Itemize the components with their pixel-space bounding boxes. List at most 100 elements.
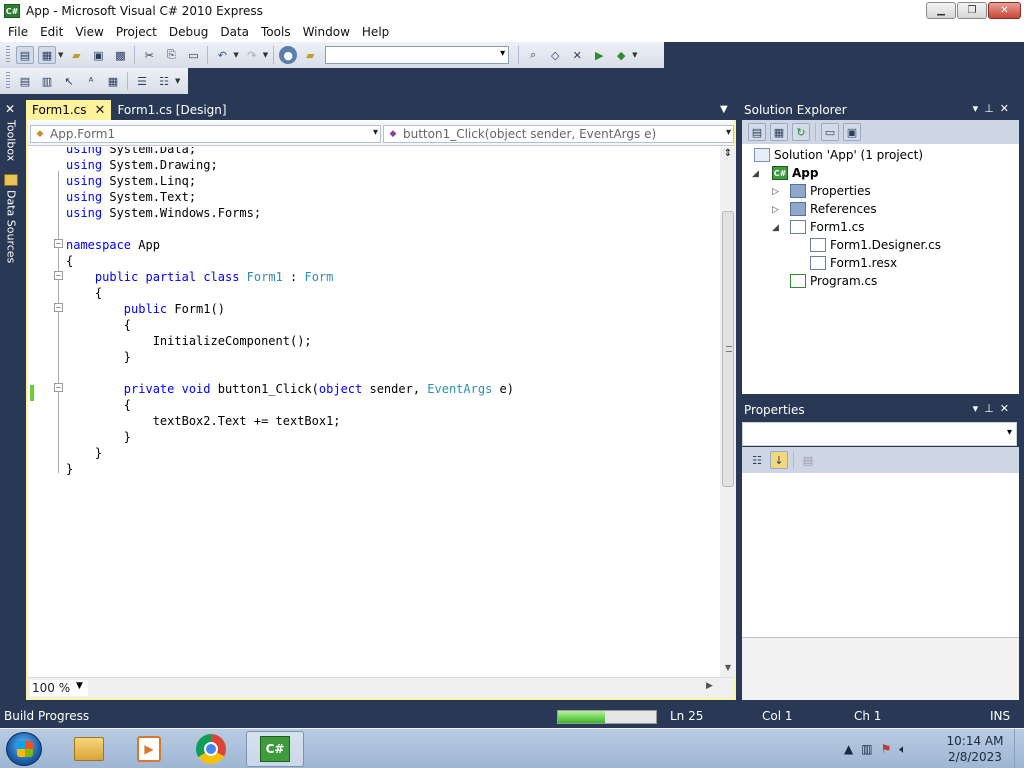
- tree-item-form1-resx[interactable]: Form1.resx: [810, 254, 897, 272]
- show-desktop-button[interactable]: [1014, 729, 1024, 768]
- show-hidden-icons-icon[interactable]: ▲: [844, 742, 853, 756]
- properties-icon[interactable]: ▤: [748, 123, 766, 141]
- toolbar-grip[interactable]: [6, 72, 10, 90]
- splitter-icon[interactable]: ⇕: [720, 147, 736, 161]
- action-center-icon[interactable]: ⚑: [881, 742, 892, 756]
- member-list-icon[interactable]: ▤: [16, 72, 34, 90]
- taskbar-media-player[interactable]: ▶: [120, 731, 178, 767]
- tools-icon[interactable]: ✕: [568, 46, 586, 64]
- chevron-down-icon[interactable]: ▼: [263, 51, 268, 59]
- tab-form1-cs[interactable]: Form1.cs ✕: [26, 100, 112, 120]
- volume-icon[interactable]: 🔈︎: [899, 742, 906, 757]
- scroll-down-icon[interactable]: ▼: [720, 661, 736, 675]
- data-sources-tab[interactable]: Data Sources: [2, 190, 20, 263]
- visual-csharp-icon[interactable]: C#: [4, 4, 20, 18]
- tree-item-properties[interactable]: Properties: [790, 182, 871, 200]
- expanded-arrow-icon[interactable]: ◢: [752, 169, 759, 179]
- toolbar-options-icon[interactable]: ▼: [175, 77, 180, 85]
- taskbar-chrome[interactable]: [182, 731, 240, 767]
- tree-item-references[interactable]: References: [790, 200, 877, 218]
- scrollbar-thumb[interactable]: [722, 211, 734, 487]
- tab-form1-design[interactable]: Form1.cs [Design]: [111, 100, 232, 120]
- chevron-down-icon[interactable]: ▼: [76, 681, 83, 691]
- refresh-icon[interactable]: ↻: [792, 123, 810, 141]
- taskbar-visual-csharp[interactable]: C#: [246, 731, 304, 767]
- toolbar-grip[interactable]: [6, 46, 10, 64]
- menu-view[interactable]: View: [69, 25, 109, 39]
- add-item-icon[interactable]: ▦: [38, 46, 56, 64]
- save-all-icon[interactable]: ▩: [111, 46, 129, 64]
- collapse-icon[interactable]: −: [54, 239, 63, 248]
- start-page-icon[interactable]: ▶: [590, 46, 608, 64]
- view-designer-icon[interactable]: ▣: [843, 123, 861, 141]
- code-text-area[interactable]: − − − − using System.Data; using System.…: [44, 147, 720, 677]
- panel-buttons[interactable]: ▾⊥✕: [973, 402, 1015, 415]
- property-grid[interactable]: [742, 473, 1019, 637]
- object-browser-icon[interactable]: ◇: [546, 46, 564, 64]
- parameter-info-icon[interactable]: ▥: [38, 72, 56, 90]
- tree-item-program[interactable]: Program.cs: [790, 272, 877, 290]
- alphabetical-icon[interactable]: ↓: [770, 451, 788, 469]
- menu-project[interactable]: Project: [110, 25, 163, 39]
- extension-manager-icon[interactable]: ◆: [612, 46, 630, 64]
- minimize-button[interactable]: ▁: [926, 2, 956, 19]
- collapse-icon[interactable]: −: [54, 303, 63, 312]
- code-editor[interactable]: ◆ App.Form1 ◆ button1_Click(object sende…: [26, 120, 736, 700]
- solution-configuration-combo[interactable]: [325, 46, 510, 64]
- collapse-icon[interactable]: −: [54, 383, 63, 392]
- copy-icon[interactable]: ⎘: [162, 46, 180, 64]
- pin-icon[interactable]: ✕: [5, 102, 15, 116]
- collapsed-arrow-icon[interactable]: ▷: [772, 205, 779, 215]
- property-pages-icon[interactable]: ▤: [799, 451, 817, 469]
- clock[interactable]: 10:14 AM 2/8/2023: [940, 733, 1010, 765]
- redo-icon[interactable]: ↷: [243, 46, 261, 64]
- vertical-scrollbar[interactable]: ⇕ ▼: [720, 147, 736, 677]
- toolbar-options-icon[interactable]: ▼: [632, 51, 637, 59]
- menu-edit[interactable]: Edit: [34, 25, 69, 39]
- undo-icon[interactable]: ↶: [213, 46, 231, 64]
- chevron-down-icon[interactable]: ▼: [720, 104, 728, 115]
- tree-item-solution[interactable]: Solution 'App' (1 project): [754, 146, 923, 164]
- comment-icon[interactable]: ▦: [104, 72, 122, 90]
- open-file-icon[interactable]: ▰: [67, 46, 85, 64]
- chevron-down-icon[interactable]: ▼: [58, 51, 63, 59]
- chevron-down-icon[interactable]: ▼: [233, 51, 238, 59]
- tree-item-form1-designer[interactable]: Form1.Designer.cs: [810, 236, 941, 254]
- quick-info-icon[interactable]: ↖: [60, 72, 78, 90]
- collapsed-arrow-icon[interactable]: ▷: [772, 187, 779, 197]
- indent-icon[interactable]: ☷: [155, 72, 173, 90]
- member-combo[interactable]: ◆ button1_Click(object sender, EventArgs…: [383, 125, 734, 143]
- find-symbol-icon[interactable]: ⌕: [524, 46, 542, 64]
- menu-window[interactable]: Window: [297, 25, 356, 39]
- menu-debug[interactable]: Debug: [163, 25, 214, 39]
- maximize-button[interactable]: ❐: [957, 2, 987, 19]
- toolbox-tab[interactable]: Toolbox: [2, 120, 20, 161]
- start-button[interactable]: [6, 732, 42, 766]
- close-button[interactable]: ✕: [988, 2, 1021, 19]
- collapse-icon[interactable]: −: [54, 271, 63, 280]
- menu-help[interactable]: Help: [356, 25, 395, 39]
- save-icon[interactable]: ▣: [89, 46, 107, 64]
- outdent-icon[interactable]: ☰: [133, 72, 151, 90]
- new-project-icon[interactable]: ▤: [16, 46, 34, 64]
- cut-icon[interactable]: ✂: [140, 46, 158, 64]
- expanded-arrow-icon[interactable]: ◢: [772, 223, 779, 233]
- menu-data[interactable]: Data: [214, 25, 255, 39]
- find-in-files-icon[interactable]: ▰: [301, 46, 319, 64]
- object-selector-combo[interactable]: [742, 422, 1017, 446]
- scroll-right-icon[interactable]: ▶: [706, 681, 713, 691]
- type-combo[interactable]: ◆ App.Form1: [30, 125, 381, 143]
- show-all-files-icon[interactable]: ▦: [770, 123, 788, 141]
- complete-word-icon[interactable]: ᴬ: [82, 72, 100, 90]
- paste-icon[interactable]: ▭: [184, 46, 202, 64]
- categorized-icon[interactable]: ☷: [748, 451, 766, 469]
- network-icon[interactable]: ▥: [861, 742, 872, 756]
- start-debugging-icon[interactable]: ●: [279, 46, 298, 64]
- menu-tools[interactable]: Tools: [255, 25, 297, 39]
- menu-file[interactable]: File: [0, 25, 34, 39]
- data-sources-icon[interactable]: [4, 174, 18, 186]
- panel-buttons[interactable]: ▾⊥✕: [973, 102, 1015, 115]
- close-icon[interactable]: ✕: [95, 103, 106, 118]
- tree-item-project[interactable]: C# App: [772, 164, 818, 182]
- view-code-icon[interactable]: ▭: [821, 123, 839, 141]
